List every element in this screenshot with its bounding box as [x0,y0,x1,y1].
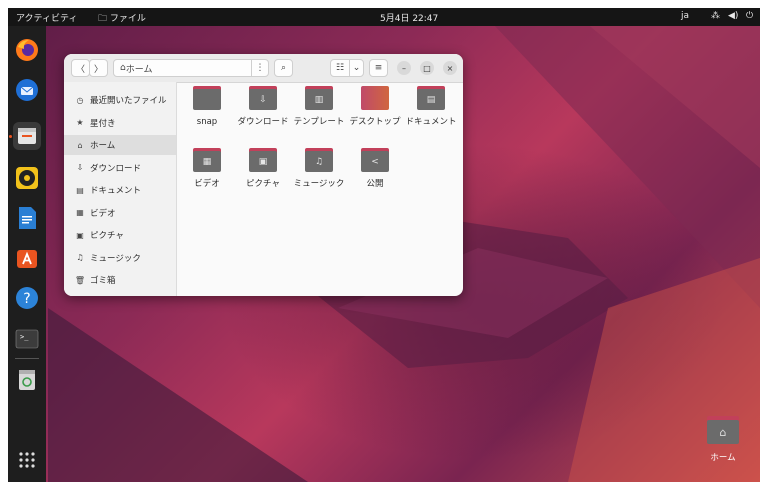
folder-body: ▤ [417,89,445,110]
sidebar-item-label: 最近開いたファイル [90,96,167,106]
svg-text:?: ? [23,291,30,307]
sidebar-item-label: 星付き [90,118,116,129]
trash-icon[interactable] [13,366,41,394]
sidebar-item-label: ピクチャ [90,231,124,241]
folder-icon[interactable] [193,86,221,110]
sidebar-item-label: ビデオ [90,208,116,219]
folder-body [361,86,389,110]
folder-body [193,89,221,110]
sidebar-icon: ▦ [76,208,84,217]
sidebar-item-label: ホーム [90,141,116,151]
app-menu[interactable]: 🗀 ファイル [98,11,146,27]
sidebar-item-label: ゴミ箱 [90,276,116,286]
sidebar: ◷ 最近開いたファイル ★ 星付き ⌂ ホーム ⇩ ダウンロード ▤ ドキュメント ▦ ビデオ ▣ ピクチ… [64,82,177,296]
sidebar-item-label: ドキュメント [90,186,142,196]
network-icon[interactable]: ⁂ [711,11,720,21]
sidebar-icon: ◷ [76,95,84,105]
files-icon[interactable] [13,122,41,150]
path-label: ホーム [125,64,153,75]
sidebar-item[interactable]: 🗑 ゴミ箱 [64,270,176,290]
search-button[interactable]: ⌕ [274,59,293,77]
show-apps-icon[interactable] [13,446,41,474]
firefox-icon[interactable] [13,36,41,64]
folder-body: ▦ [193,151,221,172]
file-label[interactable]: 公開 [346,178,404,190]
app-menu-label: ファイル [109,14,146,24]
folder-icon[interactable]: ⇩ [249,86,277,110]
files-window: 〈 〉 ⌂ ホーム ⋮ ⌕ ☷ ⌄ ≡ – □ × ◷ 最近開いたファイル ★ 星付き… [64,54,463,296]
folder-icon[interactable]: < [361,148,389,172]
sidebar-icon: ▤ [76,185,84,195]
close-button[interactable]: × [443,61,457,75]
maximize-button[interactable]: □ [420,61,434,75]
sidebar-item-label: ダウンロード [90,163,142,174]
folder-body: ▥ [305,89,333,110]
main-menu-button[interactable]: ≡ [369,59,388,77]
file-label[interactable]: ダウンロード [234,116,292,128]
minimize-button[interactable]: – [397,61,411,75]
view-options-button[interactable]: ⌄ [349,59,364,77]
volume-icon[interactable]: ◀) [728,11,738,21]
dock: ? >_ [8,26,46,482]
running-indicator [9,135,12,138]
sidebar-item[interactable]: ▦ ビデオ [64,203,176,223]
svg-text:>_: >_ [20,333,29,341]
clock[interactable]: 5月4日 22:47 [380,11,438,24]
path-bar[interactable]: ⌂ ホーム [113,59,252,77]
sidebar-item-label: ミュージック [90,253,141,264]
file-label[interactable]: ミュージック [290,178,348,190]
header-bar: 〈 〉 ⌂ ホーム ⋮ ⌕ ☷ ⌄ ≡ – □ × [64,54,463,83]
software-icon[interactable] [13,244,41,272]
folder-icon[interactable]: ♫ [305,148,333,172]
desktop-home-item[interactable]: ⌂ ホーム [705,416,741,463]
file-label[interactable]: ビデオ [178,178,236,190]
input-method-indicator[interactable]: ja [681,11,689,21]
thunderbird-icon[interactable] [13,76,41,104]
file-label[interactable]: ピクチャ [234,178,292,190]
folder-icon[interactable]: ▥ [305,86,333,110]
terminal-icon[interactable]: >_ [13,325,41,353]
desktop: アクティビティ 🗀 ファイル 5月4日 22:47 ja ⁂ ◀) ⏻ ? >_… [8,8,760,482]
folder-icon: 🗀 [98,14,110,24]
activities-button[interactable]: アクティビティ [16,11,77,24]
sidebar-item[interactable]: ★ 星付き [64,113,176,133]
file-label[interactable]: デスクトップ [346,116,404,128]
view-toggle-button[interactable]: ☷ [330,59,350,77]
home-folder-icon: ⌂ [707,420,739,444]
desktop-home-label: ホーム [710,453,736,463]
sidebar-item[interactable]: ▤ ドキュメント [64,180,176,200]
folder-body: < [361,151,389,172]
file-label[interactable]: snap [178,116,236,128]
sidebar-icon: ▣ [76,230,84,240]
sidebar-icon: ⇩ [76,163,84,172]
help-icon[interactable]: ? [13,284,41,312]
folder-icon[interactable]: ▦ [193,148,221,172]
folder-icon[interactable]: ▣ [249,148,277,172]
folder-icon[interactable] [361,86,389,110]
file-label[interactable]: ドキュメント [402,116,460,128]
file-label[interactable]: テンプレート [290,116,348,128]
top-bar: アクティビティ 🗀 ファイル 5月4日 22:47 ja ⁂ ◀) ⏻ [8,8,760,26]
folder-body: ⇩ [249,89,277,110]
sidebar-item[interactable]: ⌂ ホーム [64,135,176,155]
folder-icon[interactable]: ▤ [417,86,445,110]
rhythmbox-icon[interactable] [13,164,41,192]
folder-body: ♫ [305,151,333,172]
sidebar-icon: ★ [76,118,84,127]
sidebar-icon: 🗑 [74,275,86,285]
forward-button[interactable]: 〉 [89,59,108,77]
power-icon[interactable]: ⏻ [746,11,753,21]
folder-body: ▣ [249,151,277,172]
back-button[interactable]: 〈 [71,59,90,77]
sidebar-icon: ♫ [76,253,84,262]
sidebar-item[interactable]: ◷ 最近開いたファイル [64,90,176,110]
sidebar-item[interactable]: ⇩ ダウンロード [64,158,176,178]
sidebar-icon: ⌂ [77,140,83,150]
sidebar-item[interactable]: ♫ ミュージック [64,248,176,268]
path-menu-button[interactable]: ⋮ [251,59,269,77]
dock-separator [15,358,39,359]
writer-icon[interactable] [13,204,41,232]
sidebar-item[interactable]: ▣ ピクチャ [64,225,176,245]
